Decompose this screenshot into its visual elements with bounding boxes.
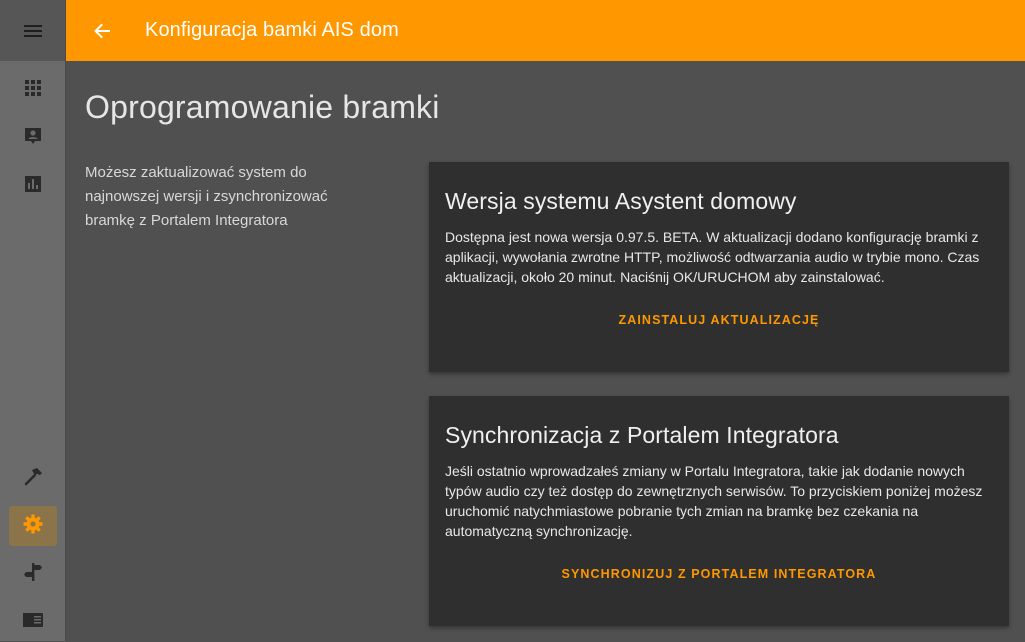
sync-portal-button[interactable]: SYNCHRONIZUJ Z PORTALEM INTEGRATORA	[445, 567, 993, 581]
hammer-icon	[22, 465, 44, 492]
sync-card-title: Synchronizacja z Portalem Integratora	[445, 422, 839, 448]
sidebar-item-overview[interactable]	[9, 70, 57, 110]
arrow-left-icon[interactable]	[90, 19, 114, 43]
main-content: Oprogramowanie bramki Możesz zaktualizow…	[66, 61, 1025, 641]
signpost-icon	[22, 561, 44, 588]
update-card-title: Wersja systemu Asystent domowy	[445, 188, 797, 214]
sidebar-item-configuration[interactable]	[9, 506, 57, 546]
sidebar-item-account[interactable]	[9, 118, 57, 158]
bar-chart-icon	[23, 174, 43, 199]
install-update-button[interactable]: ZAINSTALUJ AKTUALIZACJĘ	[445, 313, 993, 327]
sidebar	[0, 0, 66, 641]
sidebar-item-logbook[interactable]	[9, 602, 57, 642]
gear-icon	[22, 513, 44, 540]
hamburger-menu-icon[interactable]	[0, 0, 65, 61]
account-box-icon	[22, 125, 44, 152]
page-title: Oprogramowanie bramki	[85, 89, 440, 125]
sidebar-item-history[interactable]	[9, 166, 57, 206]
page-intro: Możesz zaktualizować system do najnowsze…	[85, 164, 328, 229]
grid-apps-icon	[23, 78, 43, 103]
newspaper-icon	[22, 610, 44, 635]
sidebar-item-map[interactable]	[9, 554, 57, 594]
header-title: Konfiguracja bamki AIS dom	[145, 19, 399, 41]
app-header: Konfiguracja bamki AIS dom	[66, 0, 1025, 61]
update-card-text: Dostępna jest nowa wersja 0.97.5. BETA. …	[445, 229, 980, 285]
sidebar-item-developer-tools[interactable]	[9, 458, 57, 498]
sync-card: Synchronizacja z Portalem Integratora Je…	[429, 396, 1009, 626]
update-card: Wersja systemu Asystent domowy Dostępna …	[429, 162, 1009, 372]
sync-card-text: Jeśli ostatnio wprowadzałeś zmiany w Por…	[445, 463, 983, 539]
